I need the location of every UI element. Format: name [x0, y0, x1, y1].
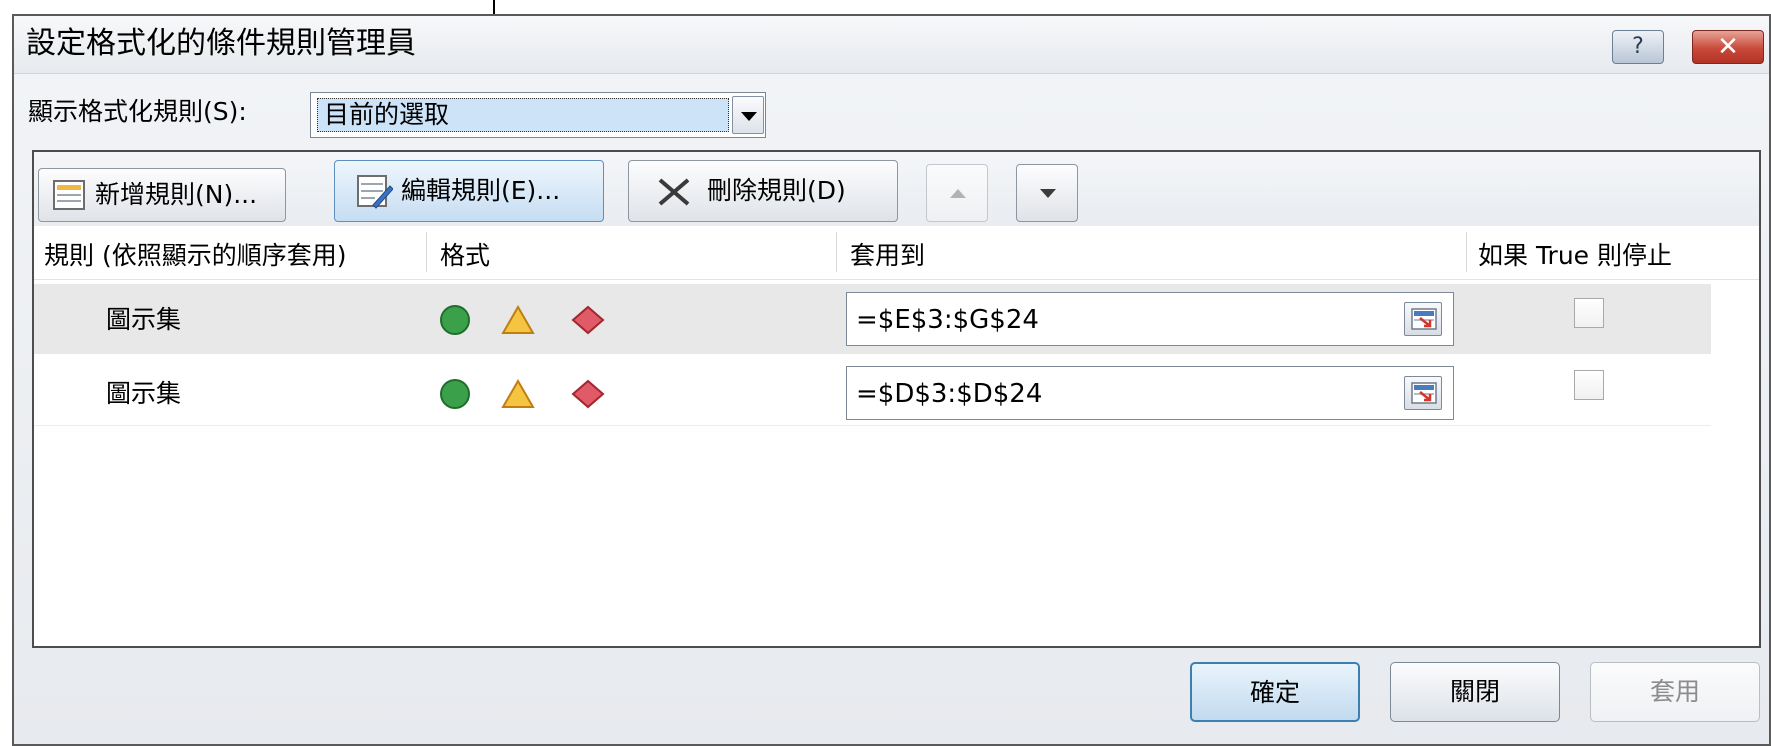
new-rule-button[interactable]: 新增規則(N)... — [38, 168, 286, 222]
icon-set-format-preview — [440, 304, 605, 335]
stop-if-true-checkbox[interactable] — [1574, 370, 1604, 400]
new-rule-label: 新增規則(N)... — [95, 180, 258, 209]
rule-type: 圖示集 — [106, 379, 182, 408]
column-divider — [1466, 232, 1467, 272]
range-select-button[interactable] — [1404, 302, 1442, 336]
delete-x-icon — [658, 178, 690, 206]
apply-button[interactable]: 套用 — [1590, 662, 1760, 722]
new-rule-icon — [53, 180, 85, 210]
red-diamond-icon — [571, 379, 605, 409]
range-select-button[interactable] — [1404, 376, 1442, 410]
applies-to-range: =$E$3:$G$24 — [856, 305, 1039, 335]
collapse-dialog-icon — [1411, 308, 1437, 330]
yellow-triangle-icon — [501, 304, 535, 334]
column-divider — [836, 232, 837, 272]
edit-rule-icon — [357, 175, 393, 209]
rule-type: 圖示集 — [106, 305, 182, 334]
close-window-button[interactable]: ✕ — [1692, 30, 1764, 64]
show-rules-dropdown-arrow[interactable] — [732, 96, 764, 134]
show-rules-label: 顯示格式化規則(S): — [28, 97, 247, 126]
stop-if-true-checkbox[interactable] — [1574, 298, 1604, 328]
column-divider — [426, 232, 427, 272]
icon-set-format-preview — [440, 378, 605, 409]
help-button[interactable]: ? — [1612, 30, 1664, 64]
triangle-up-icon — [950, 189, 966, 198]
green-circle-icon — [440, 379, 470, 409]
yellow-triangle-icon — [501, 378, 535, 408]
column-header-format: 格式 — [440, 241, 491, 270]
dialog-title: 設定格式化的條件規則管理員 — [26, 26, 416, 61]
column-header-rule: 規則 (依照顯示的順序套用) — [44, 241, 347, 270]
close-button[interactable]: 關閉 — [1390, 662, 1560, 722]
delete-rule-label: 刪除規則(D) — [707, 176, 846, 205]
column-header-applies-to: 套用到 — [850, 241, 926, 270]
edit-rule-label: 編輯規則(E)... — [401, 176, 561, 205]
edit-rule-button[interactable]: 編輯規則(E)... — [334, 160, 604, 222]
move-up-button[interactable] — [926, 164, 988, 222]
triangle-down-icon — [1040, 189, 1056, 198]
delete-rule-button[interactable]: 刪除規則(D) — [628, 160, 898, 222]
applies-to-range: =$D$3:$D$24 — [856, 379, 1043, 409]
red-diamond-icon — [571, 305, 605, 335]
collapse-dialog-icon — [1411, 382, 1437, 404]
chevron-down-icon — [741, 112, 757, 121]
move-down-button[interactable] — [1016, 164, 1078, 222]
column-header-stop-if-true: 如果 True 則停止 — [1478, 241, 1672, 270]
show-rules-selected-value[interactable]: 目前的選取 — [317, 98, 729, 132]
green-circle-icon — [440, 305, 470, 335]
ok-button[interactable]: 確定 — [1190, 662, 1360, 722]
